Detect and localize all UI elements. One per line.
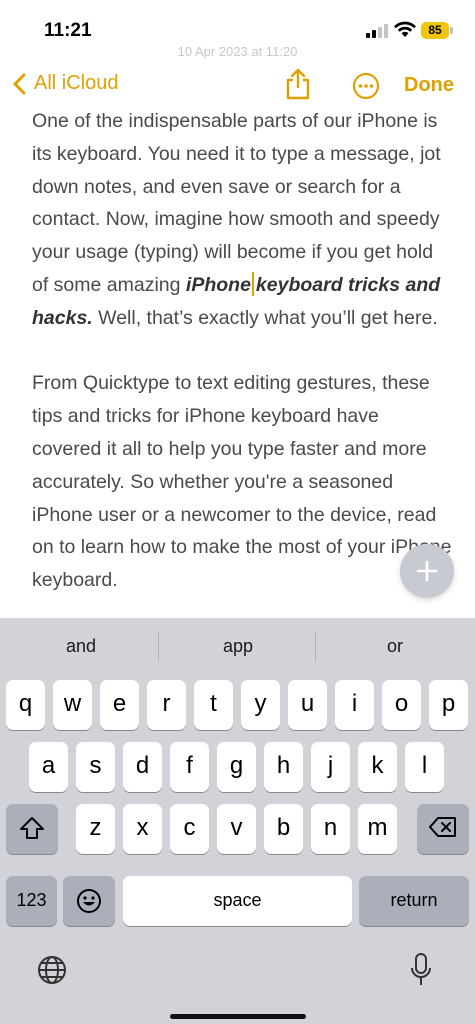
key-g[interactable]: g bbox=[217, 742, 256, 792]
navigation-bar: All iCloud Done bbox=[0, 62, 475, 108]
note-paragraph-1[interactable]: One of the indispensable parts of our iP… bbox=[32, 105, 452, 335]
note-paragraph-2[interactable]: From Quicktype to text editing gestures,… bbox=[32, 367, 452, 597]
suggestion-1[interactable]: and bbox=[2, 636, 160, 657]
keyboard: and app or q w e r t y u i o p a s d f g… bbox=[0, 618, 475, 1024]
key-o[interactable]: o bbox=[382, 680, 421, 730]
chevron-left-icon bbox=[13, 73, 26, 94]
emoji-key[interactable] bbox=[63, 876, 115, 926]
key-z[interactable]: z bbox=[76, 804, 115, 854]
key-b[interactable]: b bbox=[264, 804, 303, 854]
key-w[interactable]: w bbox=[53, 680, 92, 730]
key-h[interactable]: h bbox=[264, 742, 303, 792]
share-icon[interactable] bbox=[284, 68, 312, 100]
key-y[interactable]: y bbox=[241, 680, 280, 730]
key-r[interactable]: r bbox=[147, 680, 186, 730]
globe-icon[interactable] bbox=[36, 954, 68, 986]
shift-icon bbox=[20, 817, 44, 839]
key-x[interactable]: x bbox=[123, 804, 162, 854]
done-button[interactable]: Done bbox=[404, 74, 454, 97]
status-bar: 11:21 85 10 Apr 2023 at 11:20 bbox=[0, 0, 475, 60]
suggestion-2[interactable]: app bbox=[159, 636, 317, 657]
text-cursor bbox=[251, 271, 254, 296]
paragraph-1-ending: Well, that’s exactly what you’ll get her… bbox=[92, 306, 438, 329]
key-v[interactable]: v bbox=[217, 804, 256, 854]
paragraph-1-text: One of the indispensable parts of our iP… bbox=[32, 110, 441, 296]
key-n[interactable]: n bbox=[311, 804, 350, 854]
delete-key[interactable] bbox=[417, 804, 469, 854]
more-options-icon[interactable] bbox=[352, 72, 380, 100]
back-button[interactable]: All iCloud bbox=[12, 72, 118, 95]
key-f[interactable]: f bbox=[170, 742, 209, 792]
key-e[interactable]: e bbox=[100, 680, 139, 730]
key-u[interactable]: u bbox=[288, 680, 327, 730]
microphone-icon[interactable] bbox=[410, 952, 432, 988]
key-c[interactable]: c bbox=[170, 804, 209, 854]
return-key[interactable]: return bbox=[359, 876, 469, 926]
shift-key[interactable] bbox=[6, 804, 58, 854]
bold-text-iphone: iPhone bbox=[185, 273, 251, 296]
cellular-signal-icon bbox=[366, 24, 388, 38]
home-indicator bbox=[170, 1014, 306, 1019]
plus-icon bbox=[416, 560, 438, 582]
key-s[interactable]: s bbox=[76, 742, 115, 792]
delete-backspace-icon bbox=[429, 817, 456, 837]
key-k[interactable]: k bbox=[358, 742, 397, 792]
back-button-label: All iCloud bbox=[34, 72, 119, 94]
emoji-icon bbox=[77, 889, 101, 913]
numbers-key[interactable]: 123 bbox=[6, 876, 57, 926]
status-time: 11:21 bbox=[44, 20, 92, 41]
key-t[interactable]: t bbox=[194, 680, 233, 730]
key-d[interactable]: d bbox=[123, 742, 162, 792]
key-l[interactable]: l bbox=[405, 742, 444, 792]
key-a[interactable]: a bbox=[29, 742, 68, 792]
note-text-area[interactable]: One of the indispensable parts of our iP… bbox=[32, 105, 452, 597]
key-i[interactable]: i bbox=[335, 680, 374, 730]
battery-indicator: 85 bbox=[421, 22, 449, 39]
note-date: 10 Apr 2023 at 11:20 bbox=[177, 44, 298, 59]
key-m[interactable]: m bbox=[358, 804, 397, 854]
space-key[interactable]: space bbox=[123, 876, 352, 926]
key-q[interactable]: q bbox=[6, 680, 45, 730]
key-p[interactable]: p bbox=[429, 680, 468, 730]
suggestion-3[interactable]: or bbox=[316, 636, 474, 657]
battery-tip bbox=[450, 27, 453, 34]
wifi-icon bbox=[394, 21, 416, 37]
floating-add-button[interactable] bbox=[400, 544, 454, 598]
key-j[interactable]: j bbox=[311, 742, 350, 792]
quicktype-bar: and app or bbox=[0, 618, 475, 676]
